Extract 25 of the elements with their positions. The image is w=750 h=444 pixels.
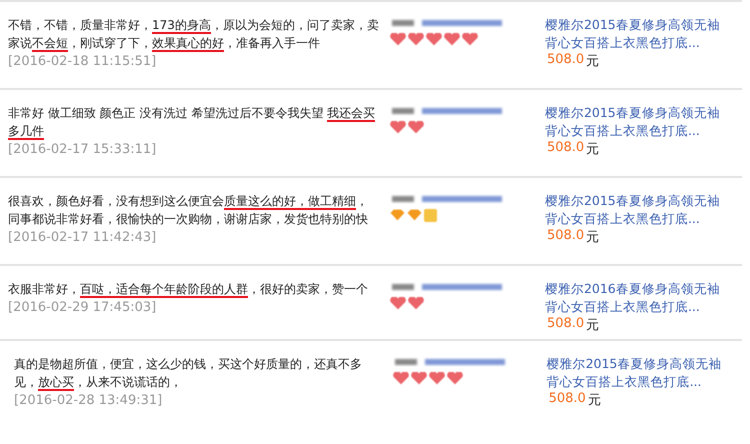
review-time: [2016-02-18 11:15:51] <box>8 54 158 69</box>
currency-unit: 元 <box>586 53 600 70</box>
currency-unit: 元 <box>588 392 601 409</box>
currency-unit: 元 <box>586 229 600 246</box>
review-comment: 很喜欢，颜色好看，没有想到这么便宜会质量这么的好，做工精细， 同事都说非常好看，很愉快的一次购物，谢谢店家，发货也特别的快 <box>8 193 369 228</box>
currency-unit: 元 <box>586 317 600 334</box>
review-time: [2016-02-17 11:42:43] <box>8 230 158 245</box>
product-link[interactable]: 樱雅尔2016春夏修身高领无袖 背心女百搭上衣黑色打底... <box>544 280 720 316</box>
product-link[interactable]: 樱雅尔2015春夏修身高领无袖 背心女百搭上衣黑色打底... <box>546 355 722 391</box>
review-comment: 不错，不错，质量非常好，173的身高，原以为会短的，问了卖家，卖 家说不会短，刚试穿了下，效果真心的好，准备再入手一件 <box>8 17 380 52</box>
review-time: [2016-02-28 13:49:31] <box>14 393 164 408</box>
price: 508.0 <box>546 52 584 69</box>
review-comment: 非常好 做工细致 颜色正 没有洗过 希望洗过后不要令我失望 我还会买 多几件 <box>8 105 376 140</box>
review-time: [2016-02-29 17:45:03] <box>8 300 158 315</box>
product-link[interactable]: 樱雅尔2015春夏修身高领无袖 背心女百搭上衣黑色打底... <box>544 16 720 52</box>
price: 508.0 <box>546 316 584 333</box>
review-time: [2016-02-17 15:33:11] <box>8 142 158 157</box>
price: 508.0 <box>548 391 586 408</box>
product-link[interactable]: 樱雅尔2015春夏修身高领无袖 背心女百搭上衣黑色打底... <box>544 192 720 228</box>
price: 508.0 <box>546 228 584 245</box>
currency-unit: 元 <box>586 141 600 158</box>
review-comment: 真的是物超所值，便宜，这么少的钱，买这个好质量的，还真不多 见，放心买，从来不说谎话的， <box>14 356 363 391</box>
price: 508.0 <box>546 140 584 157</box>
review-comment: 衣服非常好，百哒，适合每个年龄阶段的人群，很好的卖家，赞一个 <box>8 281 369 298</box>
product-link[interactable]: 樱雅尔2015春夏修身高领无袖 背心女百搭上衣黑色打底... <box>544 104 720 140</box>
